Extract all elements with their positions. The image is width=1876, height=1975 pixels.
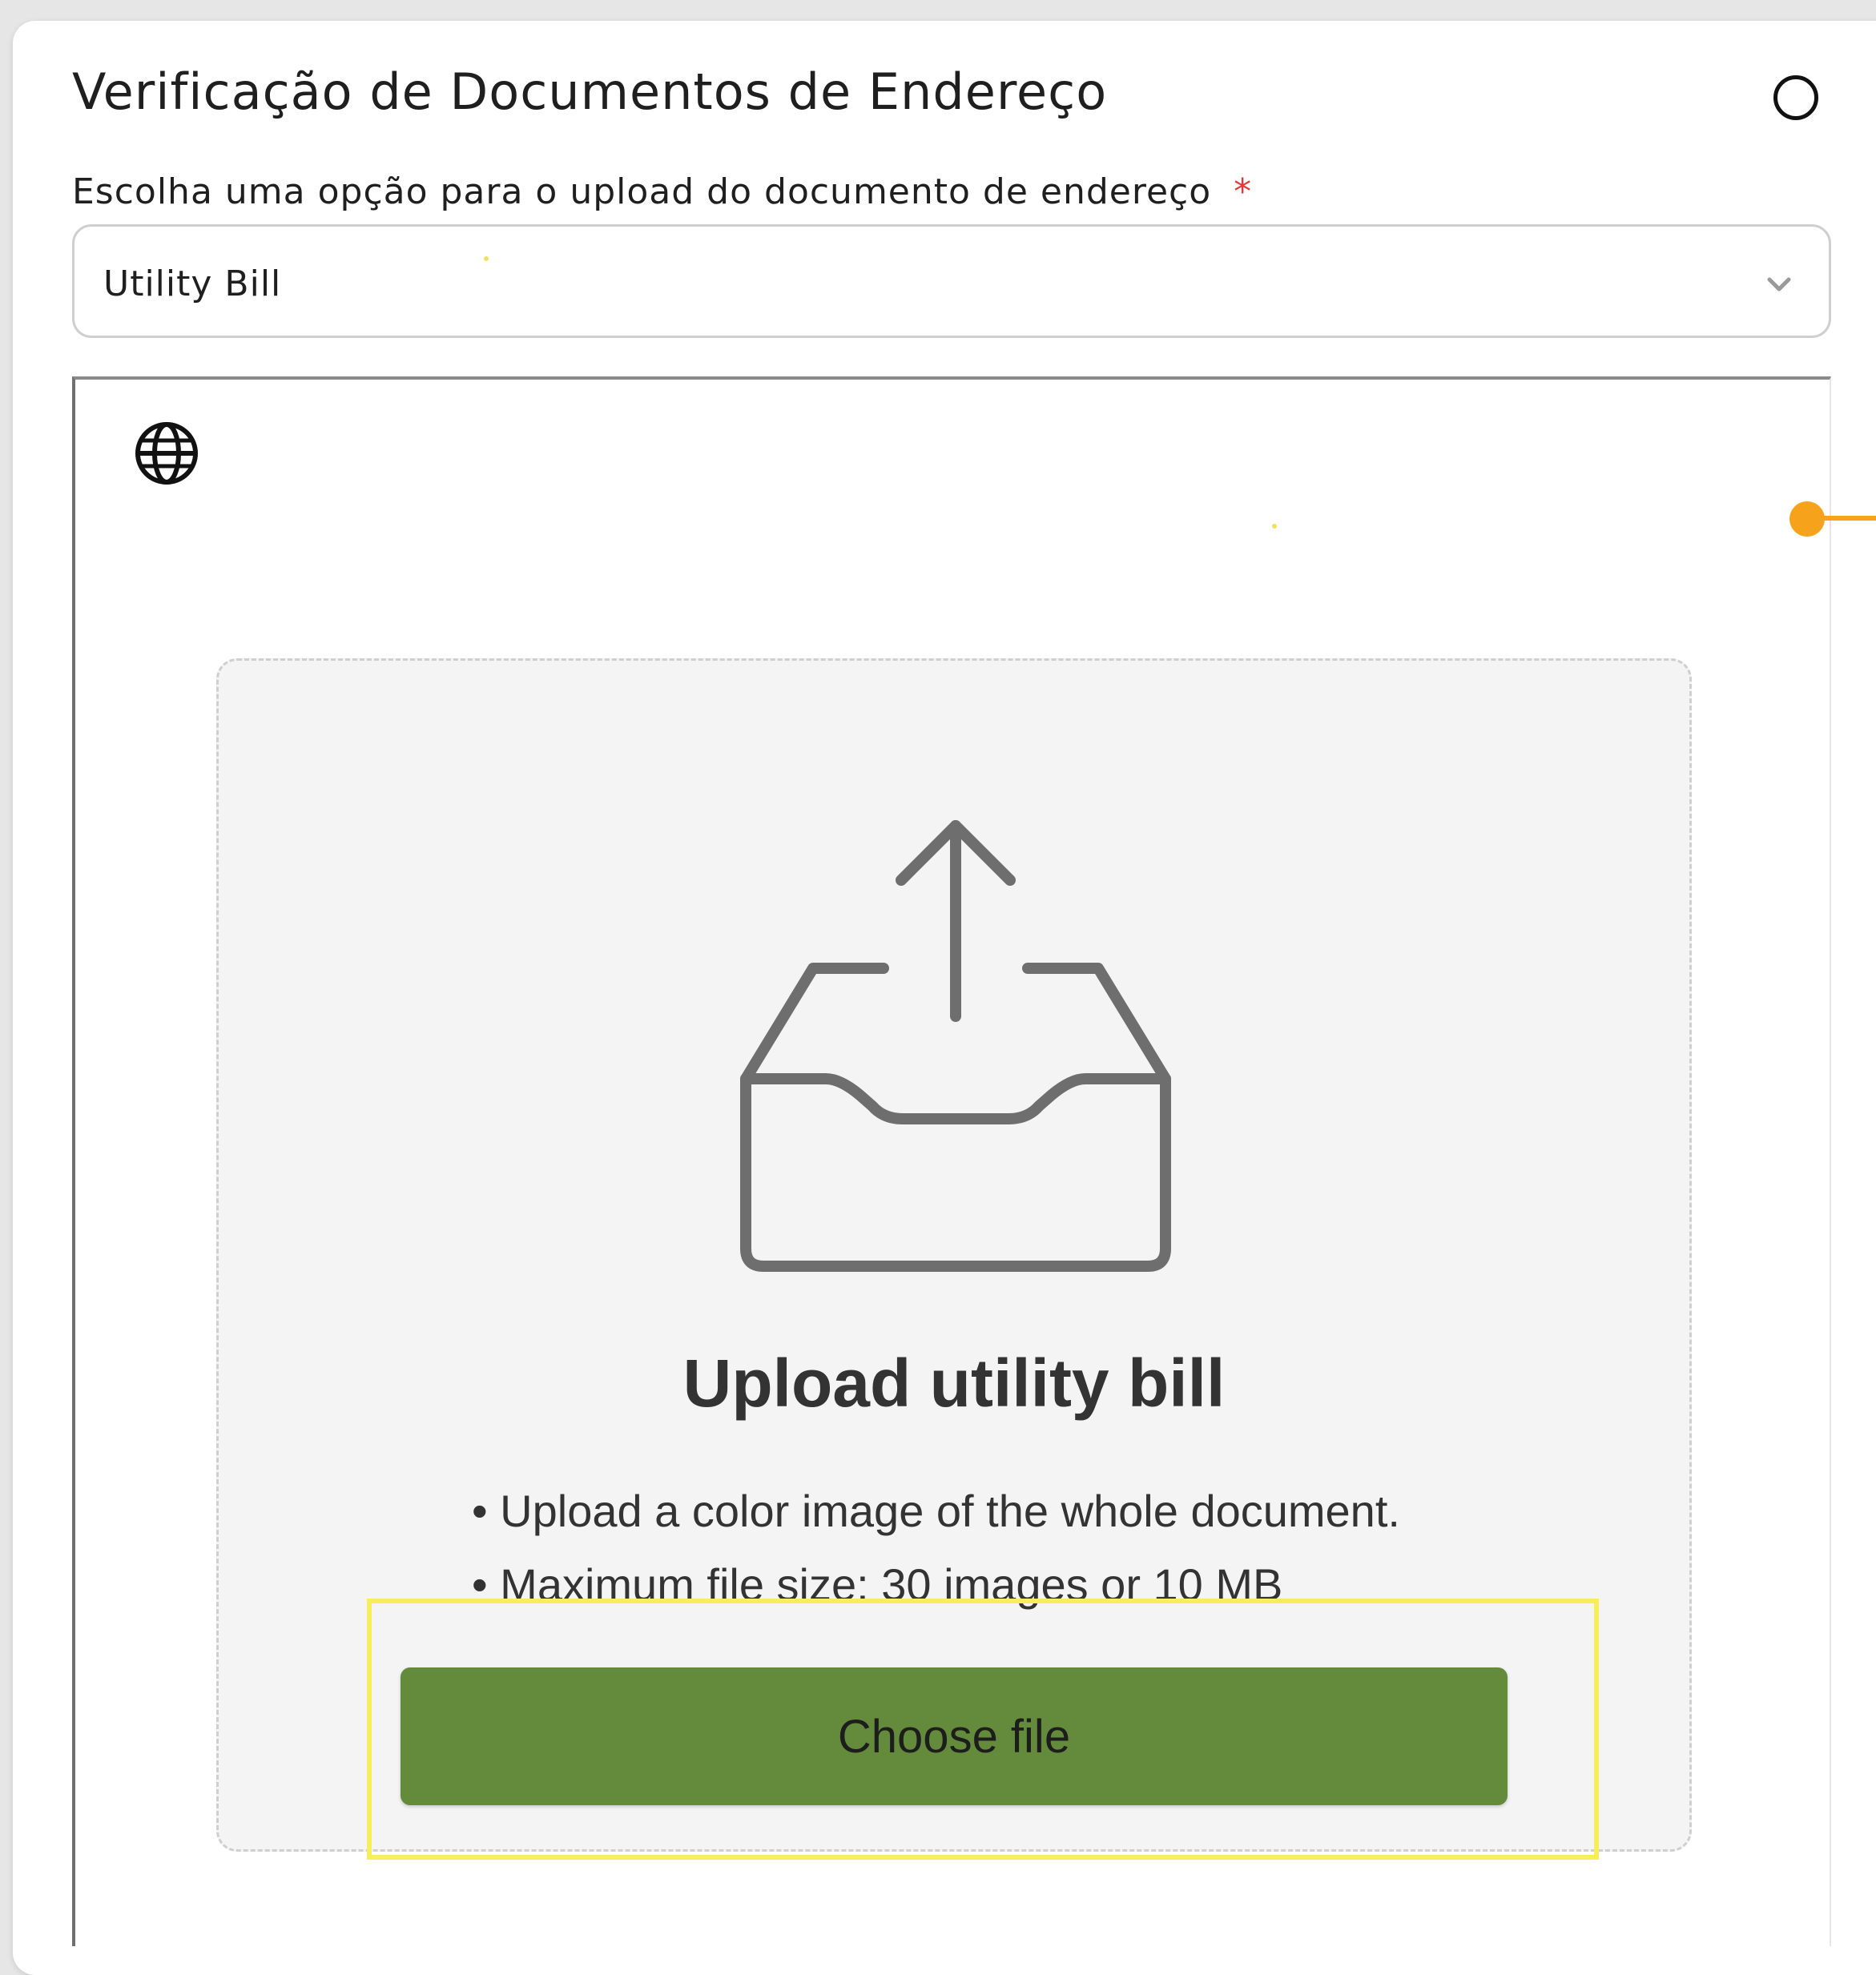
dialog-title: Verificação de Documentos de Endereço (72, 62, 1108, 121)
chevron-down-icon (1767, 277, 1791, 292)
document-type-value: Utility Bill (103, 263, 282, 304)
upload-rule: • Upload a color image of the whole docu… (472, 1486, 1400, 1536)
upload-tray-icon (740, 820, 1171, 1272)
required-mark: * (1234, 171, 1253, 212)
document-select-label: Escolha uma opção para o upload do docum… (72, 171, 1252, 212)
document-type-select[interactable]: Utility Bill (72, 224, 1831, 338)
choose-file-button[interactable]: Choose file (401, 1667, 1508, 1805)
circle-icon[interactable] (1773, 75, 1818, 120)
globe-icon[interactable] (133, 420, 200, 487)
speck (1272, 524, 1277, 529)
orange-marker-line (1818, 516, 1876, 521)
upload-title: Upload utility bill (682, 1345, 1226, 1421)
speck (484, 256, 489, 261)
document-select-label-text: Escolha uma opção para o upload do docum… (72, 171, 1212, 212)
